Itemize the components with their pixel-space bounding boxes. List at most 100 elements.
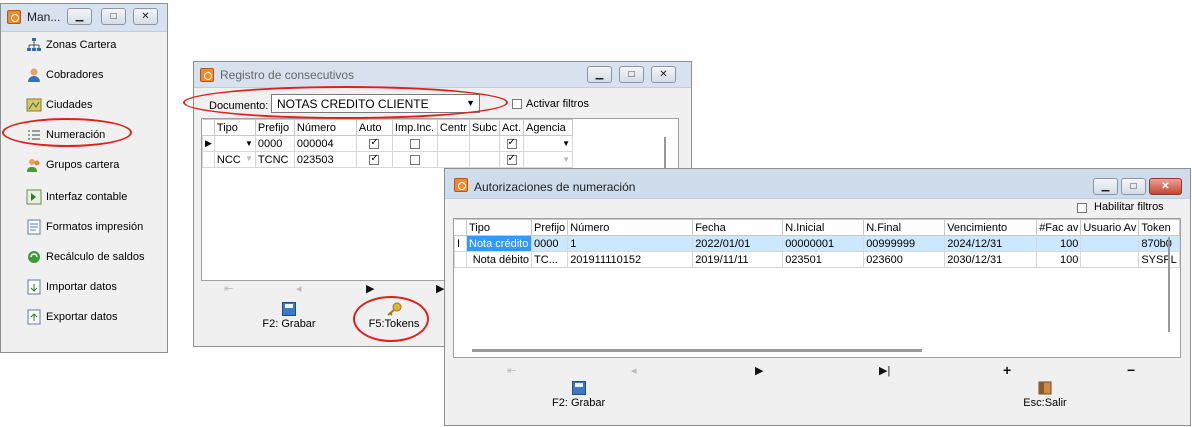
numero-cell[interactable]: 000004 — [293, 135, 357, 152]
close-button[interactable]: ✕ — [1149, 178, 1182, 195]
habilitar-filtros-checkbox[interactable] — [1077, 203, 1087, 213]
prefijo-cell[interactable]: TCNC — [254, 151, 295, 168]
column-header[interactable]: Número — [567, 219, 694, 236]
last-record-icon[interactable]: ▶| — [879, 364, 1003, 377]
next-record-icon[interactable]: ▶ — [755, 364, 879, 377]
agencia-cell[interactable]: ▼ — [523, 151, 573, 168]
fac-cell[interactable]: 100 — [1036, 251, 1082, 268]
column-header[interactable]: #Fac av — [1036, 219, 1082, 236]
prev-record-icon[interactable]: ◂ — [296, 282, 366, 295]
act-checkbox[interactable] — [506, 137, 517, 149]
close-button[interactable]: ✕ — [651, 66, 676, 83]
numero-cell[interactable]: 201911110152 — [567, 251, 694, 268]
fecha-cell[interactable]: 2022/01/01 — [692, 235, 784, 252]
add-record-icon[interactable]: + — [1003, 362, 1127, 378]
imp-checkbox[interactable] — [409, 154, 420, 165]
usuario-cell[interactable] — [1080, 251, 1140, 268]
column-header[interactable]: Usuario Av — [1080, 219, 1140, 236]
table-row[interactable]: ▶ ▼ 0000 000004 ▼ — [202, 135, 573, 152]
act-cell[interactable] — [499, 151, 524, 168]
inicial-cell[interactable]: 00000001 — [782, 235, 865, 252]
table-row[interactable]: NCC▼ TCNC 023503 ▼ — [202, 151, 573, 168]
column-header[interactable]: Centr — [436, 119, 470, 136]
column-header[interactable]: Prefijo — [530, 219, 569, 236]
usuario-cell[interactable] — [1080, 235, 1140, 252]
table-row[interactable]: Nota débito TC... 201911110152 2019/11/1… — [454, 251, 1180, 268]
imp-cell[interactable] — [391, 151, 438, 168]
column-header[interactable]: Tipo — [213, 119, 256, 136]
menu-item-exportar-datos[interactable]: Exportar datos — [26, 307, 118, 327]
close-button[interactable]: ✕ — [133, 8, 158, 25]
imp-cell[interactable] — [391, 135, 438, 152]
maximize-button[interactable]: □ — [619, 66, 644, 83]
inicial-cell[interactable]: 023501 — [782, 251, 865, 268]
menu-titlebar[interactable]: Man... ▁ □ ✕ — [1, 4, 167, 32]
autorizaciones-titlebar[interactable]: Autorizaciones de numeración ▁ □ ✕ — [445, 169, 1190, 199]
token-cell[interactable]: 870b0 — [1138, 235, 1180, 252]
menu-item-formatos-impresion[interactable]: Formatos impresión — [26, 217, 143, 237]
final-cell[interactable]: 00999999 — [863, 235, 946, 252]
tipo-cell[interactable]: Nota crédito — [466, 235, 532, 252]
tipo-cell[interactable]: Nota débito — [466, 251, 532, 268]
autorizaciones-grabar-button[interactable]: F2: Grabar — [552, 381, 605, 409]
menu-item-ciudades[interactable]: Ciudades — [26, 95, 92, 115]
vencimiento-cell[interactable]: 2024/12/31 — [944, 235, 1038, 252]
autorizaciones-vscroll[interactable] — [1168, 237, 1170, 332]
first-record-icon[interactable]: ⇤ — [224, 282, 296, 295]
menu-item-grupos-cartera[interactable]: Grupos cartera — [26, 155, 119, 175]
autorizaciones-hscroll[interactable] — [472, 349, 922, 352]
token-cell[interactable]: SYSPL — [1138, 251, 1180, 268]
act-checkbox[interactable] — [506, 153, 517, 165]
auto-cell[interactable] — [355, 151, 393, 168]
column-header[interactable]: Auto — [355, 119, 393, 136]
auto-checkbox[interactable] — [369, 153, 380, 165]
registro-grabar-button[interactable]: F2: Grabar — [249, 302, 329, 330]
first-record-icon[interactable]: ⇤ — [507, 364, 631, 377]
maximize-button[interactable]: □ — [101, 8, 126, 25]
numero-cell[interactable]: 023503 — [293, 151, 357, 168]
column-header[interactable]: Tipo — [466, 219, 532, 236]
menu-item-zonas-cartera[interactable]: Zonas Cartera — [26, 35, 116, 55]
salir-button[interactable]: Esc:Salir — [1010, 381, 1080, 409]
column-header[interactable]: Agencia — [523, 119, 573, 136]
vencimiento-cell[interactable]: 2030/12/31 — [944, 251, 1038, 268]
agencia-cell[interactable]: ▼ — [523, 135, 573, 152]
minimize-button[interactable]: ▁ — [67, 8, 92, 25]
prefijo-cell[interactable]: 0000 — [254, 135, 295, 152]
prev-record-icon[interactable]: ◂ — [631, 364, 755, 377]
menu-item-recalculo-saldos[interactable]: Recálculo de saldos — [26, 247, 144, 267]
column-header[interactable]: Fecha — [692, 219, 784, 236]
column-header[interactable]: N.Final — [863, 219, 946, 236]
registro-titlebar[interactable]: Registro de consecutivos ▁ □ ✕ — [194, 62, 691, 88]
fac-cell[interactable]: 100 — [1036, 235, 1082, 252]
column-header[interactable]: Número — [293, 119, 357, 136]
menu-item-interfaz-contable[interactable]: Interfaz contable — [26, 187, 127, 207]
imp-checkbox[interactable] — [409, 138, 420, 149]
menu-item-cobradores[interactable]: Cobradores — [26, 65, 103, 85]
fecha-cell[interactable]: 2019/11/11 — [692, 251, 784, 268]
column-header[interactable]: N.Inicial — [782, 219, 865, 236]
table-row[interactable]: I Nota crédito 0000 1 2022/01/01 0000000… — [454, 235, 1180, 252]
column-header[interactable]: Vencimiento — [944, 219, 1038, 236]
tipo-cell[interactable]: ▼ — [213, 135, 256, 152]
act-cell[interactable] — [499, 135, 524, 152]
tipo-cell[interactable]: NCC ▼ — [213, 151, 256, 168]
numero-cell[interactable]: 1 — [567, 235, 694, 252]
column-header[interactable]: Token — [1138, 219, 1180, 236]
auto-cell[interactable] — [355, 135, 393, 152]
delete-record-icon[interactable]: − — [1127, 362, 1135, 378]
column-header[interactable]: Imp.Inc. — [391, 119, 438, 136]
minimize-button[interactable]: ▁ — [1093, 178, 1118, 195]
prefijo-cell[interactable]: 0000 — [530, 235, 569, 252]
next-record-icon[interactable]: ▶ — [366, 282, 436, 295]
minimize-button[interactable]: ▁ — [587, 66, 612, 83]
column-header[interactable]: Act. — [499, 119, 524, 136]
maximize-button[interactable]: □ — [1121, 178, 1146, 195]
final-cell[interactable]: 023600 — [863, 251, 946, 268]
column-header[interactable]: Prefijo — [254, 119, 295, 136]
auto-checkbox[interactable] — [369, 137, 380, 149]
activar-filtros-checkbox[interactable] — [512, 99, 522, 109]
column-header[interactable]: Subc — [468, 119, 501, 136]
menu-item-importar-datos[interactable]: Importar datos — [26, 277, 117, 297]
prefijo-cell[interactable]: TC... — [530, 251, 569, 268]
